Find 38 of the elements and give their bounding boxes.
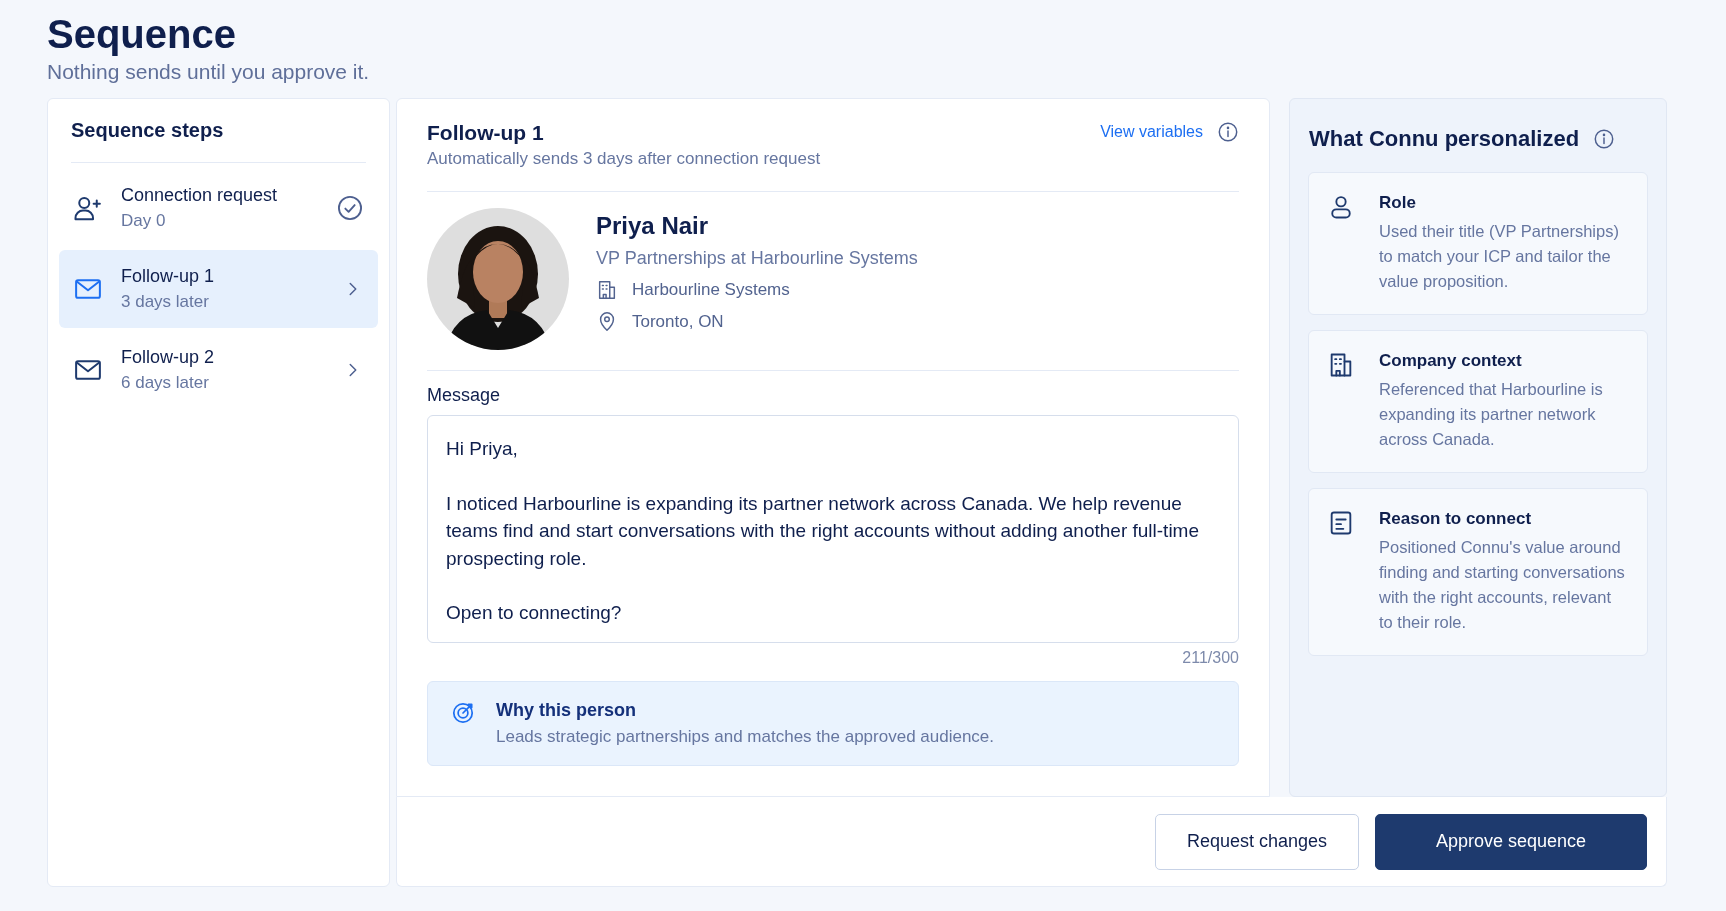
- card-text: Used their title (VP Partnerships) to match your ICP and tailor the value proposition.: [1379, 221, 1620, 292]
- sequence-step[interactable]: Follow-up 1 3 days later: [59, 250, 378, 328]
- page-subtitle: Nothing sends until you approve it.: [47, 60, 370, 84]
- person-name: Priya Nair: [596, 212, 709, 240]
- sequence-step[interactable]: Connection request Day 0: [59, 169, 378, 247]
- step-heading: Follow-up 1: [427, 121, 544, 145]
- sequence-step[interactable]: Follow-up 2 6 days later: [59, 331, 378, 409]
- why-title: Why this person: [496, 700, 636, 721]
- person-headline: VP Partnerships at Harbourline Systems: [596, 248, 918, 269]
- company-name: Harbourline Systems: [632, 280, 790, 300]
- card-title: Company context: [1379, 351, 1522, 371]
- message-field[interactable]: Hi Priya, I noticed Harbourline is expanding its partner network across Canada. We help revenue teams find and start conversations with the right accounts without adding another full-time prospecting role. Open to connecting?: [427, 415, 1239, 643]
- character-counter: 211/300: [1182, 649, 1239, 667]
- approve-button[interactable]: Approve sequence: [1375, 813, 1647, 870]
- location: Toronto, ON: [632, 312, 724, 332]
- step-timing: 3 days later: [121, 292, 209, 312]
- card-text: Positioned Connu's value around finding and starting conversations with the right accounts, relevant to their role.: [1379, 537, 1626, 633]
- check-circle-icon: [336, 194, 364, 222]
- step-title: Connection request: [121, 185, 278, 206]
- target-icon: [450, 700, 476, 726]
- card-title: Role: [1379, 193, 1416, 213]
- info-icon: [1593, 128, 1616, 150]
- request-changes-button[interactable]: Request changes: [1155, 813, 1359, 870]
- why-text: Leads strategic partnerships and matches the approved audience.: [496, 727, 995, 747]
- step-timing: 6 days later: [121, 373, 209, 393]
- step-timing: Day 0: [121, 211, 166, 231]
- panel-title: Sequence steps: [71, 119, 366, 163]
- card-title: Reason to connect: [1379, 509, 1532, 529]
- info-icon: [1217, 121, 1239, 143]
- step-description: Automatically sends 3 days after connection request: [427, 149, 821, 169]
- card-text: Referenced that Harbourline is expanding its partner network across Canada.: [1379, 379, 1604, 450]
- building-icon: [596, 279, 618, 301]
- view-variables-link[interactable]: View variables: [1100, 123, 1203, 141]
- panel-title: What Connu personalized: [1309, 126, 1580, 152]
- step-title: Follow-up 2: [121, 347, 215, 368]
- page-title: Sequence: [47, 11, 236, 58]
- field-label: Message: [427, 385, 501, 406]
- step-title: Follow-up 1: [121, 266, 215, 287]
